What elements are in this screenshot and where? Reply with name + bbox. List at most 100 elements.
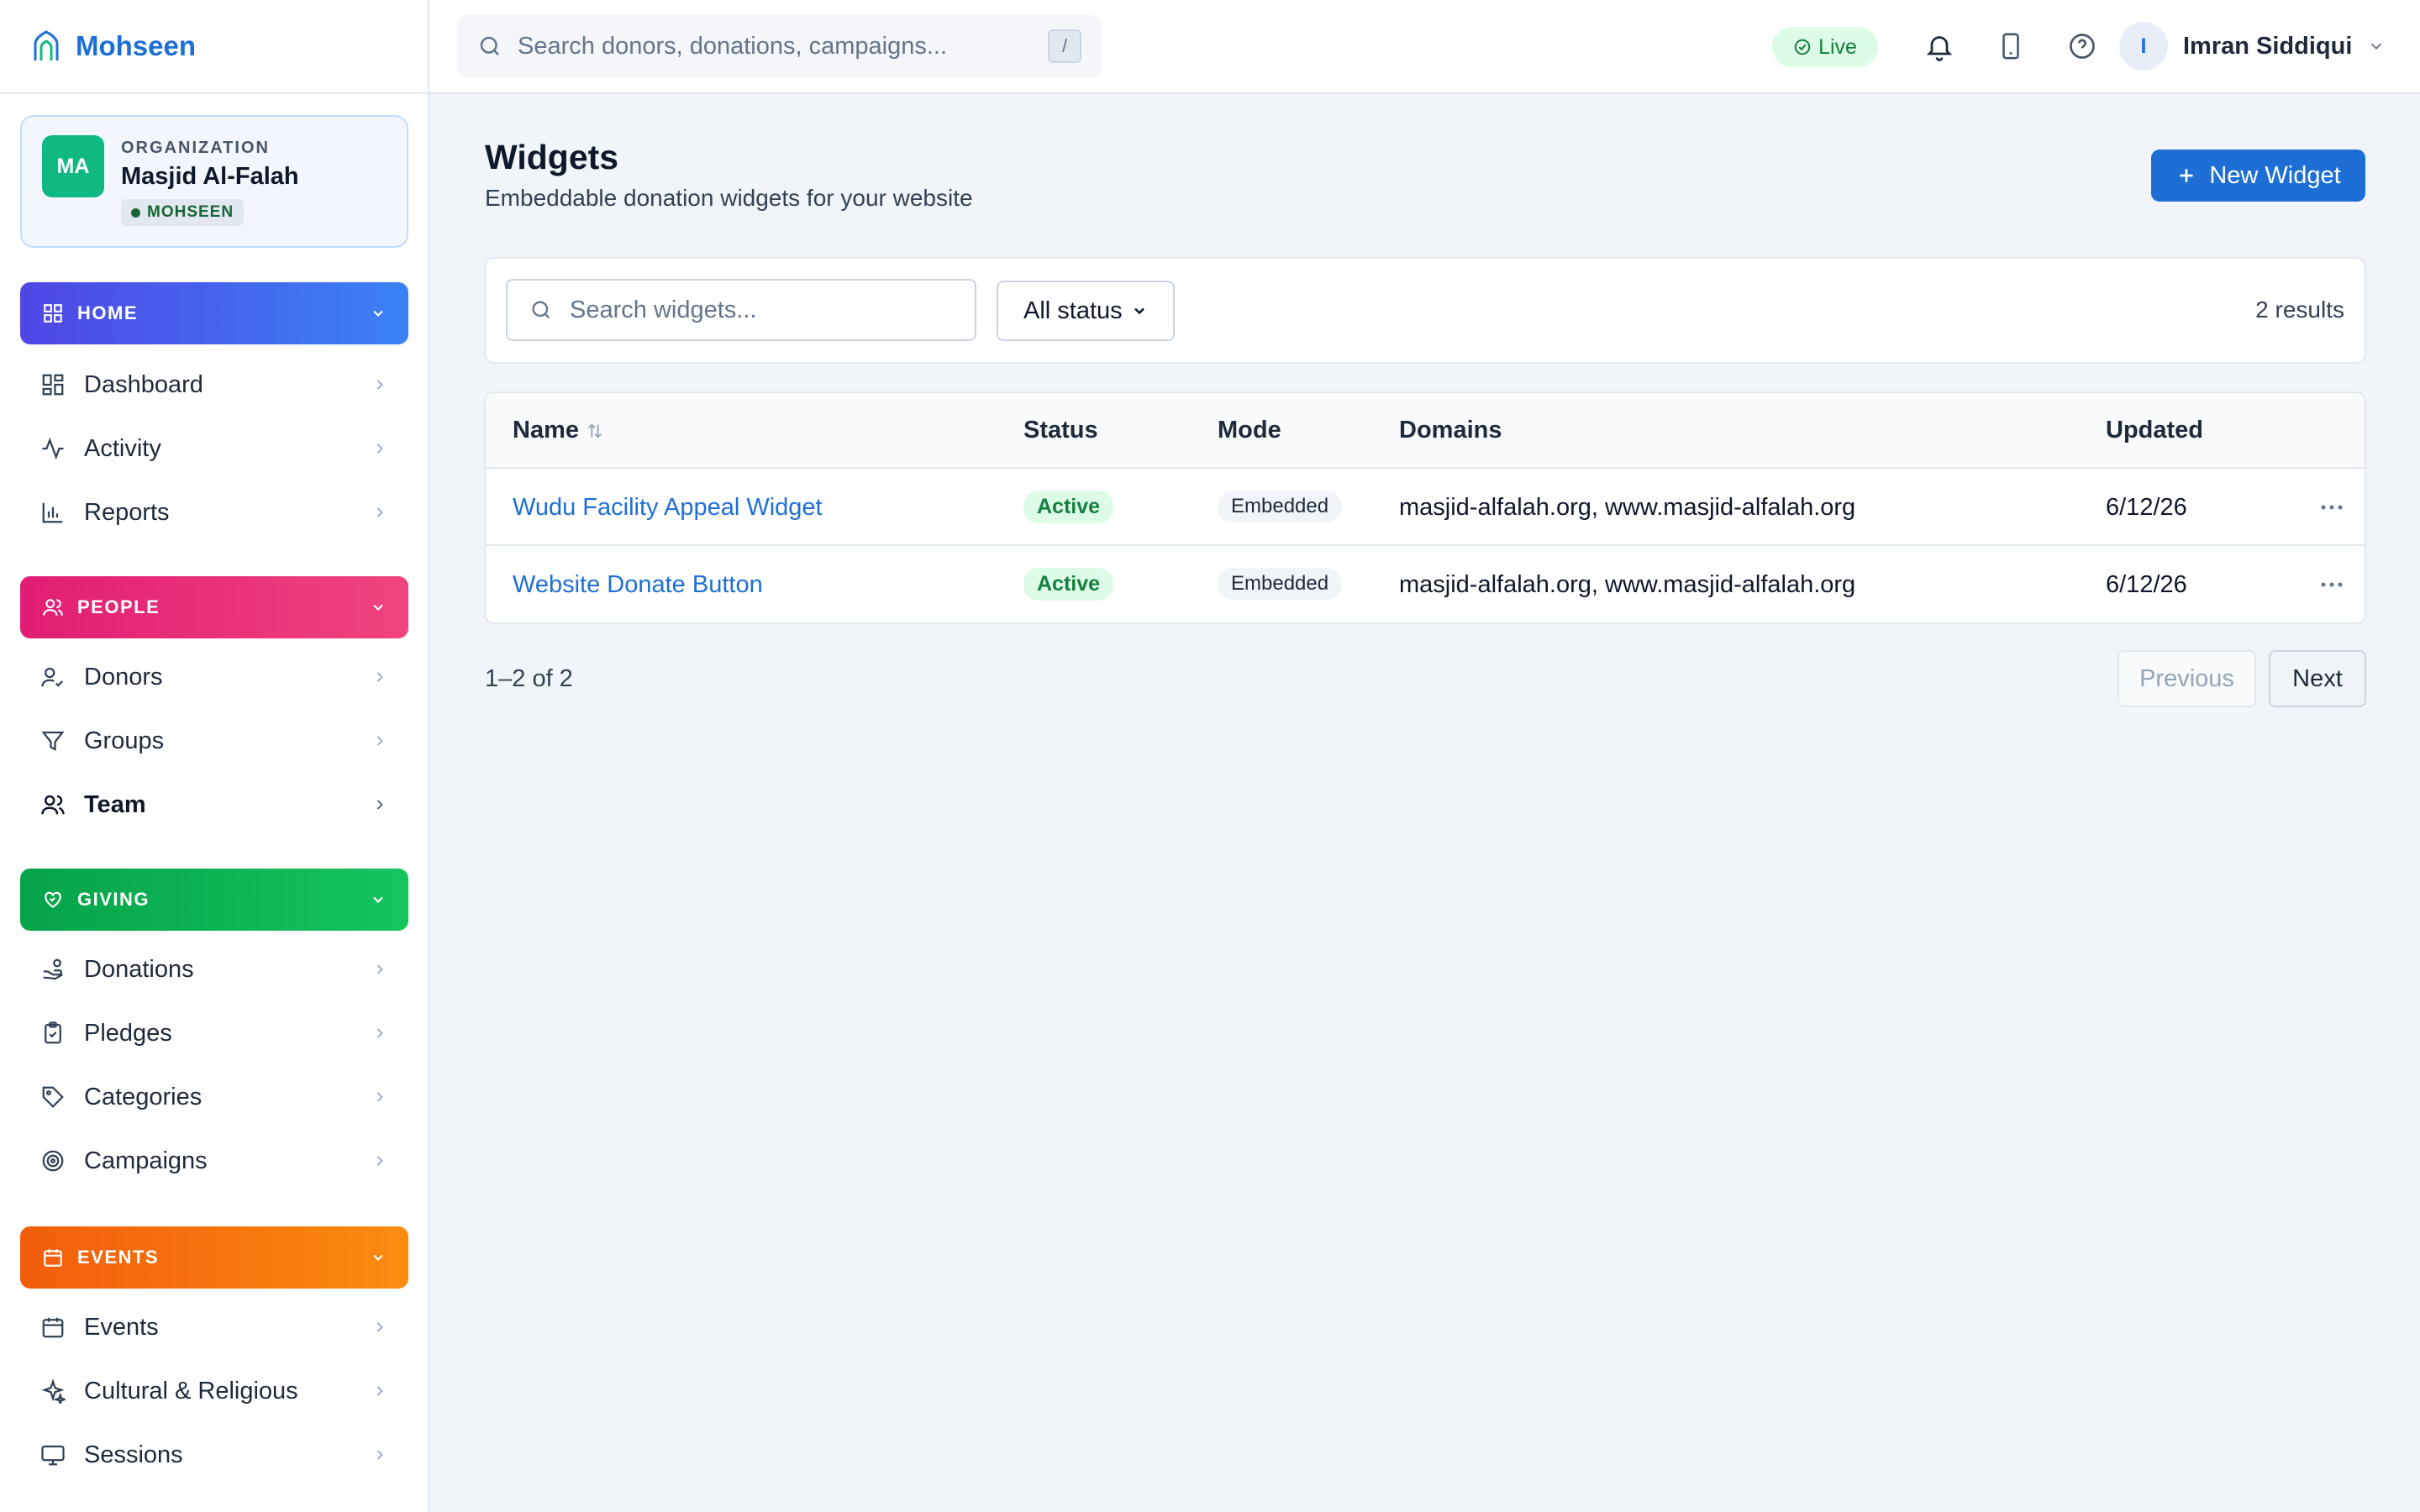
section-home[interactable]: HOME bbox=[20, 282, 408, 344]
updated-cell: 6/12/26 bbox=[2106, 494, 2187, 521]
chevron-right-icon bbox=[371, 1152, 388, 1169]
column-label: Name bbox=[513, 417, 579, 444]
chevron-right-icon bbox=[371, 376, 388, 393]
hand-coins-icon bbox=[40, 957, 66, 982]
page-subtitle: Embeddable donation widgets for your web… bbox=[485, 185, 973, 211]
global-search-input[interactable]: Search donors, donations, campaigns... / bbox=[457, 15, 1102, 77]
dashboard-icon bbox=[40, 372, 66, 397]
sidebar-item-campaigns[interactable]: Campaigns bbox=[20, 1134, 408, 1188]
sidebar-item-events[interactable]: Events bbox=[20, 1300, 408, 1354]
widget-name-link[interactable]: Wudu Facility Appeal Widget bbox=[513, 494, 823, 522]
sidebar-item-pledges[interactable]: Pledges bbox=[20, 1006, 408, 1060]
column-header-name[interactable]: Name bbox=[513, 417, 604, 444]
table-header: Name Status Mode Domains Updated bbox=[486, 393, 2365, 469]
sidebar-item-label: Team bbox=[84, 790, 146, 818]
sort-icon bbox=[586, 422, 604, 440]
clipboard-check-icon bbox=[40, 1021, 66, 1046]
tag-icon bbox=[40, 1084, 66, 1110]
status-badge: Active bbox=[1023, 568, 1114, 601]
org-avatar: MA bbox=[42, 135, 104, 197]
section-events[interactable]: EVENTS bbox=[20, 1226, 408, 1289]
chevron-down-icon bbox=[370, 305, 387, 322]
user-menu[interactable]: I Imran Siddiqui bbox=[2119, 22, 2386, 71]
domains-cell: masjid-alfalah.org, www.masjid-alfalah.o… bbox=[1399, 571, 1856, 598]
status-filter-select[interactable]: All status bbox=[997, 281, 1175, 341]
sidebar-item-donations[interactable]: Donations bbox=[20, 942, 408, 996]
updated-cell: 6/12/26 bbox=[2106, 571, 2187, 598]
sidebar-item-donors[interactable]: Donors bbox=[20, 650, 408, 704]
search-icon bbox=[477, 34, 502, 59]
monitor-icon bbox=[40, 1442, 66, 1467]
topbar: Search donors, donations, campaigns... /… bbox=[429, 0, 2420, 94]
chevron-right-icon bbox=[371, 1383, 388, 1399]
sidebar-item-label: Cultural & Religious bbox=[84, 1377, 298, 1404]
sidebar-item-groups[interactable]: Groups bbox=[20, 714, 408, 768]
widget-name-link[interactable]: Website Donate Button bbox=[513, 571, 763, 599]
status-filter-value: All status bbox=[1023, 297, 1123, 324]
sidebar-item-cultural-religious[interactable]: Cultural & Religious bbox=[20, 1364, 408, 1418]
chevron-right-icon bbox=[371, 669, 388, 685]
section-people-label: PEOPLE bbox=[77, 596, 160, 617]
pagination-summary: 1–2 of 2 bbox=[485, 665, 573, 692]
calendar-icon bbox=[42, 1247, 64, 1268]
domains-cell: masjid-alfalah.org, www.masjid-alfalah.o… bbox=[1399, 494, 1856, 521]
notifications-button[interactable] bbox=[1921, 28, 1958, 65]
sidebar-item-reports[interactable]: Reports bbox=[20, 486, 408, 539]
org-label: ORGANIZATION bbox=[121, 139, 270, 157]
status-badge: Active bbox=[1023, 491, 1114, 523]
section-people[interactable]: PEOPLE bbox=[20, 576, 408, 638]
org-badge: MOHSEEN bbox=[121, 199, 245, 226]
filter-bar: Search widgets... All status 2 results bbox=[484, 257, 2366, 364]
chevron-down-icon bbox=[370, 1249, 387, 1266]
sidebar-item-dashboard[interactable]: Dashboard bbox=[20, 358, 408, 412]
users-icon bbox=[42, 596, 64, 618]
more-horizontal-icon[interactable] bbox=[2319, 499, 2344, 516]
live-status-badge[interactable]: Live bbox=[1772, 27, 1878, 67]
user-check-icon bbox=[40, 664, 66, 690]
bell-icon bbox=[1924, 31, 1954, 61]
sidebar-item-label: Categories bbox=[84, 1083, 203, 1110]
previous-page-button[interactable]: Previous bbox=[2118, 650, 2256, 707]
sidebar-item-label: Groups bbox=[84, 727, 165, 754]
chevron-right-icon bbox=[371, 1025, 388, 1042]
chevron-right-icon bbox=[371, 1089, 388, 1105]
chevron-right-icon bbox=[371, 1446, 388, 1463]
brand[interactable]: Mohseen bbox=[0, 0, 428, 94]
global-search-placeholder: Search donors, donations, campaigns... bbox=[518, 32, 948, 60]
widgets-table: Name Status Mode Domains Updated Wudu Fa… bbox=[484, 391, 2366, 624]
section-giving-label: GIVING bbox=[77, 889, 150, 910]
user-name: Imran Siddiqui bbox=[2183, 32, 2353, 60]
section-giving[interactable]: GIVING bbox=[20, 869, 408, 931]
section-home-label: HOME bbox=[77, 302, 138, 323]
chevron-down-icon bbox=[2367, 37, 2386, 55]
sidebar-item-label: Reports bbox=[84, 498, 170, 526]
widget-search-input[interactable]: Search widgets... bbox=[506, 279, 976, 341]
filter-icon bbox=[40, 728, 66, 753]
sidebar-item-categories[interactable]: Categories bbox=[20, 1070, 408, 1124]
org-switcher[interactable]: MA ORGANIZATION Masjid Al-Falah MOHSEEN bbox=[20, 115, 408, 248]
more-horizontal-icon[interactable] bbox=[2319, 576, 2344, 593]
next-page-button[interactable]: Next bbox=[2269, 650, 2366, 707]
help-circle-icon bbox=[2067, 31, 2097, 61]
column-header-status: Status bbox=[1023, 417, 1098, 444]
table-row: Website Donate Button Active Embedded ma… bbox=[486, 546, 2365, 622]
new-widget-button[interactable]: New Widget bbox=[2151, 150, 2365, 202]
mosque-logo-icon bbox=[32, 30, 60, 62]
shortcut-hint: / bbox=[1048, 29, 1081, 63]
column-header-domains: Domains bbox=[1399, 417, 1502, 444]
team-icon bbox=[40, 792, 66, 817]
sidebar-item-label: Donations bbox=[84, 955, 194, 983]
avatar: I bbox=[2119, 22, 2168, 71]
new-widget-label: New Widget bbox=[2209, 161, 2341, 189]
chevron-right-icon bbox=[371, 732, 388, 749]
help-button[interactable] bbox=[2064, 28, 2101, 65]
sidebar-item-sessions[interactable]: Sessions bbox=[20, 1428, 408, 1482]
sidebar-item-label: Events bbox=[84, 1313, 159, 1341]
chevron-right-icon bbox=[371, 961, 388, 978]
page-title: Widgets bbox=[485, 138, 619, 176]
plus-icon bbox=[2175, 165, 2197, 186]
sidebar-item-activity[interactable]: Activity bbox=[20, 422, 408, 475]
widget-search-placeholder: Search widgets... bbox=[570, 296, 757, 323]
sidebar-item-team[interactable]: Team bbox=[20, 778, 408, 832]
mobile-preview-button[interactable] bbox=[1992, 28, 2029, 65]
